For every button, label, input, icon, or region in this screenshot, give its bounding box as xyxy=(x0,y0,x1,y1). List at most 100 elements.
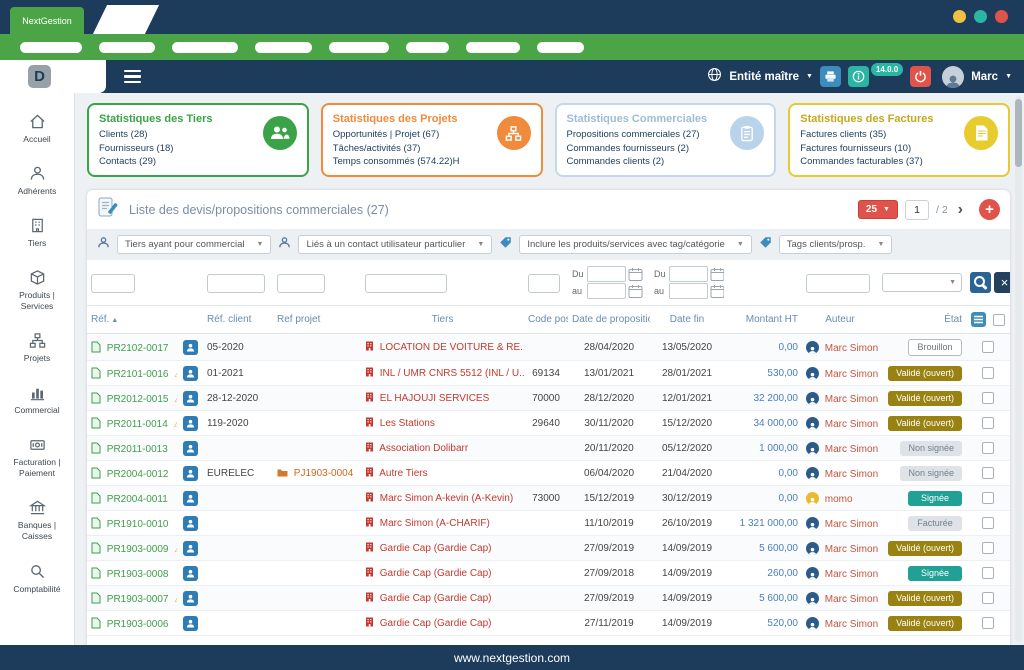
contact-card-icon[interactable] xyxy=(183,591,198,606)
current-page[interactable]: 1 xyxy=(905,200,929,220)
sidebar-item-comptabilite[interactable]: Comptabilité xyxy=(0,553,74,605)
maximize-button[interactable] xyxy=(974,10,987,23)
row-checkbox[interactable] xyxy=(982,367,994,379)
stat-link[interactable]: Contacts (29) xyxy=(99,156,297,167)
row-checkbox[interactable] xyxy=(982,467,994,479)
proposal-ref-link[interactable]: PR2004-0012 xyxy=(107,469,169,480)
date-fin-from-input[interactable] xyxy=(669,266,708,282)
row-checkbox[interactable] xyxy=(982,592,994,604)
author-link[interactable]: Marc Simon xyxy=(825,343,878,354)
proposal-ref-link[interactable]: PR2102-0017 xyxy=(107,343,169,354)
menu-item-pill[interactable] xyxy=(255,42,312,53)
contact-card-icon[interactable] xyxy=(183,566,198,581)
menu-item-pill[interactable] xyxy=(172,42,238,53)
thirdparty-link[interactable]: Association Dolibarr xyxy=(379,443,468,454)
author-link[interactable]: Marc Simon xyxy=(825,369,878,380)
contact-card-icon[interactable] xyxy=(183,466,198,481)
minimize-button[interactable] xyxy=(953,10,966,23)
search-ref-client-input[interactable] xyxy=(207,274,265,293)
author-link[interactable]: Marc Simon xyxy=(825,444,878,455)
sidebar-item-accueil[interactable]: Accueil xyxy=(0,103,74,155)
row-checkbox[interactable] xyxy=(982,567,994,579)
sidebar-item-banques[interactable]: Banques | Caisses xyxy=(0,489,74,552)
proposal-ref-link[interactable]: PR2011-0014 xyxy=(107,419,168,430)
col-date-proposition[interactable]: Date de proposition xyxy=(568,306,650,334)
entity-selector[interactable]: Entité maître xyxy=(729,71,799,83)
scrollbar-thumb[interactable] xyxy=(1015,99,1022,167)
thirdparty-link[interactable]: LOCATION DE VOITURE & RE... xyxy=(380,342,524,353)
proposal-ref-link[interactable]: PR1903-0008 xyxy=(107,569,169,580)
user-menu[interactable]: Marc xyxy=(971,71,998,83)
row-checkbox[interactable] xyxy=(982,341,994,353)
contact-card-icon[interactable] xyxy=(183,516,198,531)
proposal-ref-link[interactable]: PR1903-0007 xyxy=(107,594,169,605)
stat-link[interactable]: Commandes clients (2) xyxy=(567,156,765,167)
search-tiers-input[interactable] xyxy=(365,274,447,293)
author-link[interactable]: Marc Simon xyxy=(825,594,878,605)
sidebar-item-projets[interactable]: Projets xyxy=(0,322,74,374)
date-prop-to-input[interactable] xyxy=(587,283,626,299)
menu-item-pill[interactable] xyxy=(329,42,389,53)
row-checkbox[interactable] xyxy=(982,542,994,554)
proposal-ref-link[interactable]: PR2101-0016 xyxy=(107,369,169,380)
contact-card-icon[interactable] xyxy=(183,340,198,355)
calendar-icon[interactable] xyxy=(710,284,724,299)
sidebar-item-produits[interactable]: Produits | Services xyxy=(0,259,74,322)
col-montant-ht[interactable]: Montant HT xyxy=(724,306,802,334)
contact-card-icon[interactable] xyxy=(183,616,198,631)
sidebar-item-tiers[interactable]: Tiers xyxy=(0,207,74,259)
calendar-icon[interactable] xyxy=(710,267,724,282)
thirdparty-link[interactable]: Gardie Cap (Gardie Cap) xyxy=(380,568,492,579)
author-link[interactable]: Marc Simon xyxy=(825,419,878,430)
brand-tab[interactable]: NextGestion xyxy=(10,7,84,34)
thirdparty-link[interactable]: EL HAJOUJI SERVICES xyxy=(380,393,489,404)
author-link[interactable]: Marc Simon xyxy=(825,569,878,580)
search-code-postal-input[interactable] xyxy=(528,274,560,293)
proposal-ref-link[interactable]: PR2012-0015 xyxy=(107,394,169,405)
sidebar-item-facturation[interactable]: Facturation | Paiement xyxy=(0,426,74,489)
filter-client-tag-select[interactable]: Tags clients/prosp.▼ xyxy=(779,235,893,254)
filter-commercial-select[interactable]: Tiers ayant pour commercial▼ xyxy=(117,235,271,254)
clear-search-button[interactable]: × xyxy=(994,272,1010,293)
contact-card-icon[interactable] xyxy=(183,541,198,556)
author-link[interactable]: Marc Simon xyxy=(825,394,878,405)
sidebar-item-commercial[interactable]: Commercial xyxy=(0,374,74,426)
select-all-checkbox[interactable] xyxy=(993,314,1005,326)
sidebar-item-adherents[interactable]: Adhérents xyxy=(0,155,74,207)
thirdparty-link[interactable]: Les Stations xyxy=(380,418,435,429)
calendar-icon[interactable] xyxy=(628,267,643,282)
page-size-select[interactable]: 25▼ xyxy=(858,200,898,219)
contact-card-icon[interactable] xyxy=(183,416,198,431)
thirdparty-link[interactable]: Gardie Cap (Gardie Cap) xyxy=(380,543,492,554)
row-checkbox[interactable] xyxy=(982,417,994,429)
vertical-scrollbar[interactable] xyxy=(1015,96,1022,642)
proposal-ref-link[interactable]: PR1903-0009 xyxy=(107,544,169,555)
author-link[interactable]: Marc Simon xyxy=(825,619,878,630)
app-logo[interactable]: D xyxy=(0,60,106,93)
row-checkbox[interactable] xyxy=(982,492,994,504)
search-ref-input[interactable] xyxy=(91,274,135,293)
footer-link[interactable]: www.nextgestion.com xyxy=(454,651,570,665)
col-auteur[interactable]: Auteur xyxy=(802,306,878,334)
thirdparty-link[interactable]: Marc Simon A-kevin (A-Kevin) xyxy=(380,493,513,504)
proposal-ref-link[interactable]: PR2004-0011 xyxy=(107,494,168,505)
author-link[interactable]: momo xyxy=(825,494,853,505)
contact-card-icon[interactable] xyxy=(183,391,198,406)
col-tiers[interactable]: Tiers xyxy=(361,306,524,334)
stat-link[interactable]: Commandes facturables (37) xyxy=(800,156,998,167)
thirdparty-link[interactable]: INL / UMR CNRS 5512 (INL / U... xyxy=(380,368,524,379)
columns-selector-icon[interactable] xyxy=(971,312,986,327)
row-checkbox[interactable] xyxy=(982,392,994,404)
proposal-ref-link[interactable]: PR2011-0013 xyxy=(107,444,168,455)
contact-card-icon[interactable] xyxy=(183,441,198,456)
row-checkbox[interactable] xyxy=(982,617,994,629)
author-link[interactable]: Marc Simon xyxy=(825,519,878,530)
add-proposal-button[interactable]: + xyxy=(979,199,1000,220)
col-ref-projet[interactable]: Ref projet xyxy=(273,306,361,334)
print-button[interactable] xyxy=(820,66,841,87)
row-checkbox[interactable] xyxy=(982,442,994,454)
col-ref[interactable]: Réf.▲ xyxy=(87,306,177,334)
filter-product-tag-select[interactable]: Inclure les produits/services avec tag/c… xyxy=(519,235,751,254)
date-prop-from-input[interactable] xyxy=(587,266,626,282)
thirdparty-link[interactable]: Gardie Cap (Gardie Cap) xyxy=(380,593,492,604)
